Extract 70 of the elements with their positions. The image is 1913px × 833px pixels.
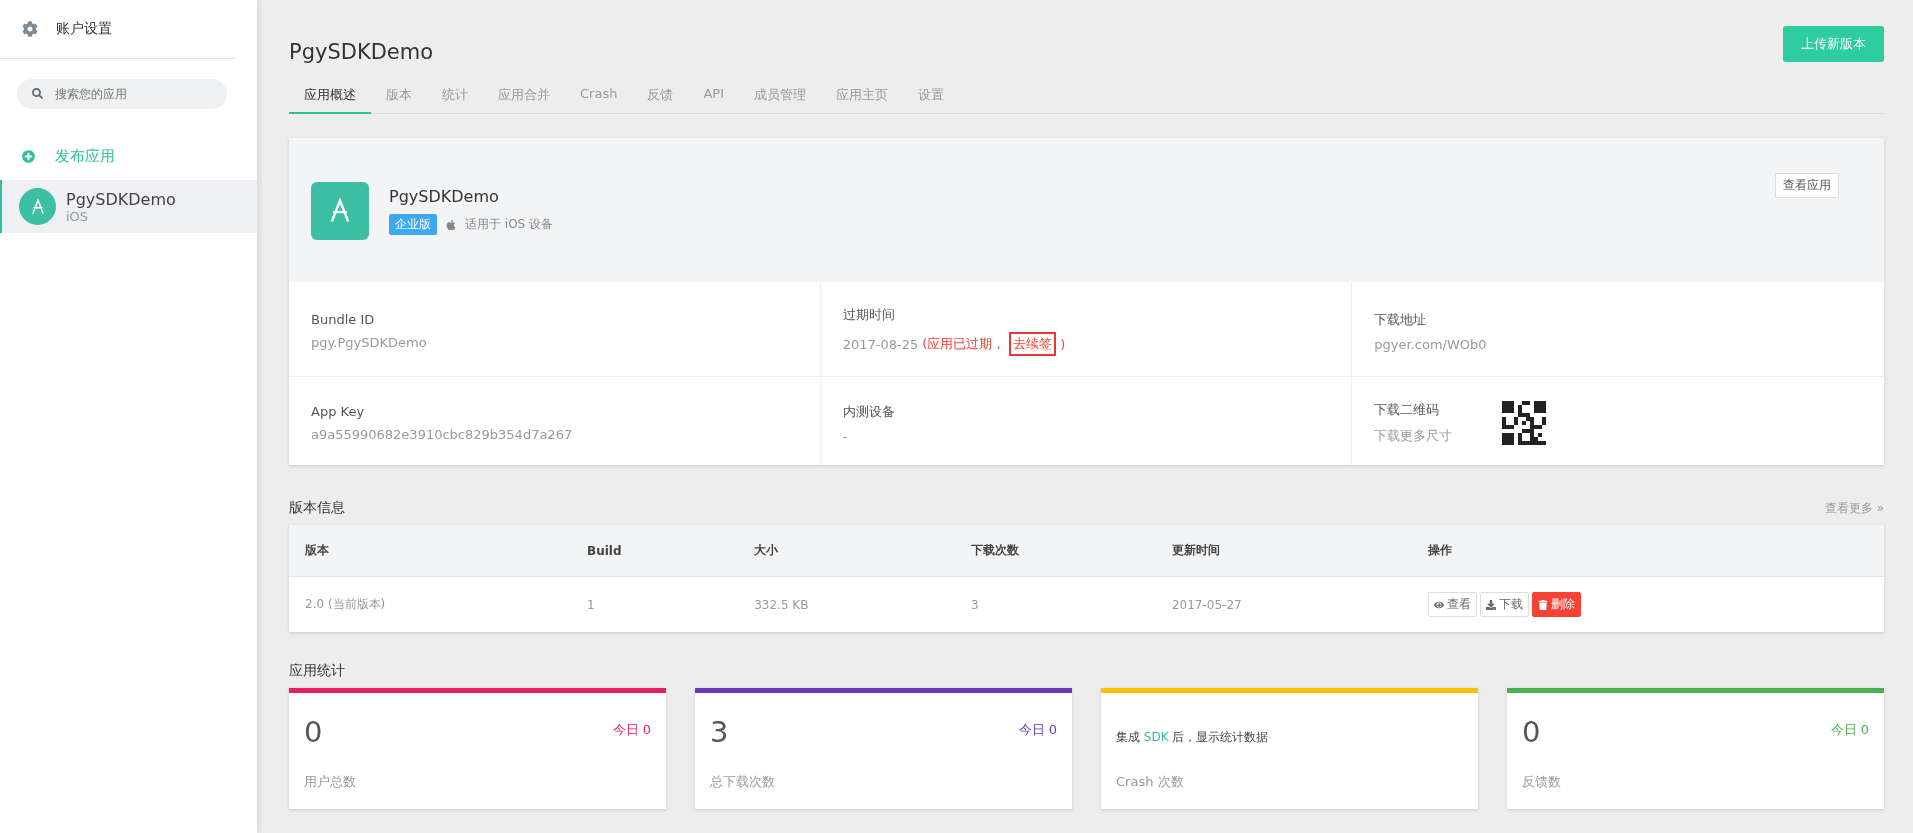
tab[interactable]: 应用概述 — [289, 78, 371, 114]
tab[interactable]: 反馈 — [632, 78, 689, 114]
account-settings-link[interactable]: 账户设置 — [56, 20, 112, 38]
search-icon — [32, 88, 43, 99]
trash-icon — [1537, 599, 1548, 610]
download-icon — [1485, 599, 1496, 610]
info-value: a9a55990682e3910cbc829b354d7a267 — [311, 427, 573, 442]
info-value: pgy.PgySDKDemo — [311, 335, 427, 350]
stat-value: 0 — [1522, 715, 1541, 749]
renew-link[interactable]: 去续签 — [1009, 332, 1057, 356]
info-value: pgyer.com/WOb0 — [1374, 336, 1487, 352]
section-title: 应用统计 — [289, 662, 345, 680]
stat-label: 反馈数 — [1522, 773, 1562, 791]
section-title: 版本信息 — [289, 499, 345, 517]
table-cell: 3 — [954, 576, 1156, 632]
closing-parenthesis: ) — [1060, 336, 1066, 352]
info-label: 下载二维码 — [1374, 401, 1441, 419]
search-field[interactable]: 搜索您的应用 — [17, 79, 227, 109]
column-header: 操作 — [1411, 525, 1884, 577]
more-sizes-link[interactable]: 下载更多尺寸 — [1374, 427, 1453, 445]
table-cell: 2.0 (当前版本) — [289, 576, 572, 632]
apple-icon — [445, 218, 457, 231]
tab[interactable]: 设置 — [903, 78, 959, 114]
column-header: 更新时间 — [1155, 525, 1412, 577]
stat-label: 用户总数 — [304, 773, 357, 791]
app-name: PgySDKDemo — [389, 187, 500, 206]
stat-value: 3 — [710, 715, 729, 749]
tab[interactable]: 应用合并 — [483, 78, 565, 114]
stat-value: 0 — [304, 715, 323, 749]
stat-label: Crash 次数 — [1116, 773, 1185, 791]
table-cell: 1 — [571, 576, 739, 632]
publish-app-link[interactable]: 发布应用 — [0, 129, 257, 180]
table-cell: 332.5 KB — [738, 576, 955, 632]
info-label: App Key — [311, 404, 366, 419]
info-label: 过期时间 — [842, 306, 896, 324]
expired-note: (应用已过期， — [922, 335, 1006, 353]
tab[interactable]: 成员管理 — [739, 78, 821, 114]
info-value: - — [842, 428, 849, 444]
tab[interactable]: Crash — [565, 78, 633, 114]
info-value: 2017-08-25 — [842, 336, 919, 352]
tab[interactable]: API — [688, 78, 739, 114]
integration-message: 集成 SDK 后，显示统计数据 — [1116, 729, 1270, 746]
delete-button[interactable]: 删除 — [1531, 592, 1581, 617]
table-cell: 2017-05-27 — [1155, 576, 1412, 632]
eye-icon — [1433, 599, 1444, 610]
column-header: 版本 — [289, 525, 572, 577]
today-count: 今日 0 — [1018, 721, 1057, 739]
today-count: 今日 0 — [1830, 721, 1869, 739]
settings-icon[interactable] — [22, 21, 38, 37]
column-header: Build — [571, 525, 739, 577]
download-button[interactable]: 下载 — [1479, 592, 1529, 617]
tab[interactable]: 统计 — [427, 78, 483, 114]
column-header: 下载次数 — [954, 525, 1156, 577]
view-more-link[interactable]: 查看更多 » — [1824, 500, 1884, 517]
qr-code-icon — [1502, 401, 1547, 445]
info-label: Bundle ID — [311, 312, 376, 327]
info-label: 内测设备 — [842, 402, 895, 421]
platform-note: 适用于 iOS 设备 — [465, 216, 554, 233]
info-label: 下载地址 — [1374, 310, 1428, 329]
column-header: 大小 — [738, 525, 955, 577]
edition-badge: 企业版 — [389, 214, 437, 235]
today-count: 今日 0 — [612, 721, 651, 739]
app-list-item[interactable]: PgySDKDemo iOS — [0, 180, 257, 233]
stat-label: 总下载次数 — [710, 773, 776, 791]
tab[interactable]: 版本 — [371, 78, 427, 114]
app-title: PgySDKDemo — [289, 40, 434, 64]
view-button[interactable]: 查看 — [1427, 592, 1477, 617]
tab[interactable]: 应用主页 — [821, 78, 903, 114]
upload-version-button[interactable]: 上传新版本 — [1783, 26, 1884, 62]
view-app-button[interactable]: 查看应用 — [1775, 173, 1839, 198]
